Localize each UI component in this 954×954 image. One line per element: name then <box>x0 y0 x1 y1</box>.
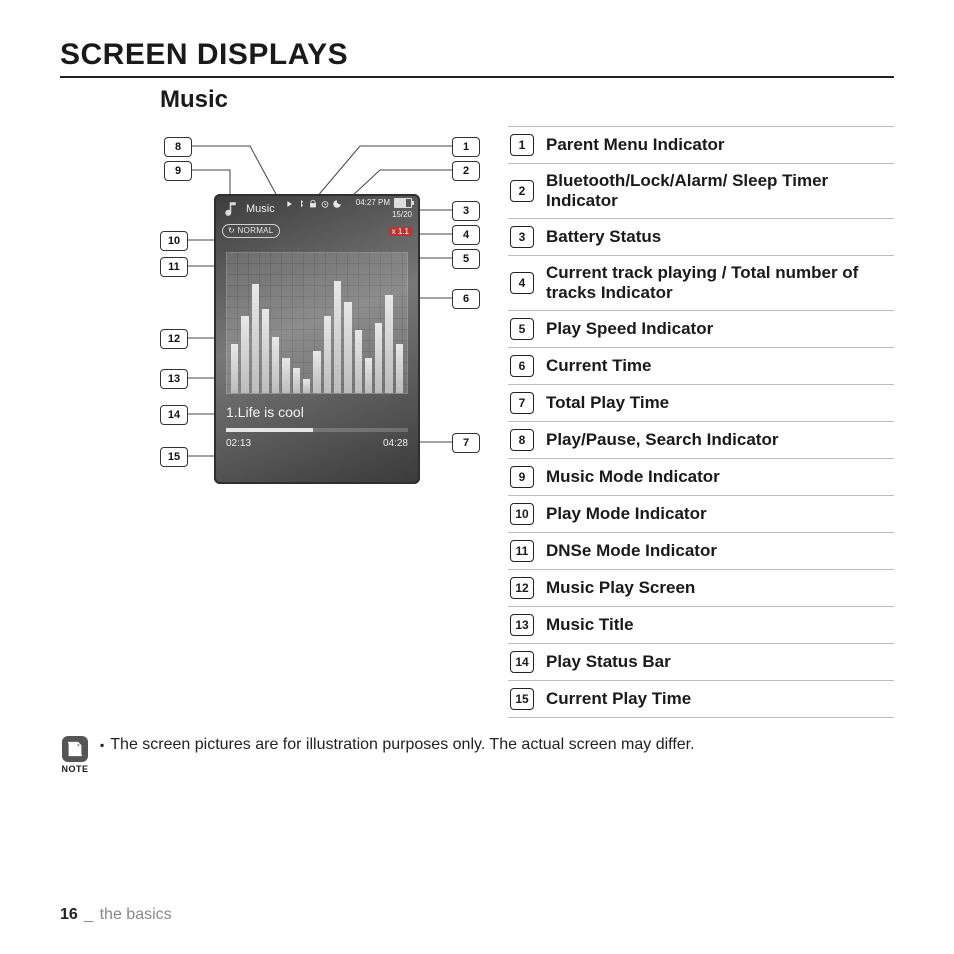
elapsed-time: 02:13 <box>226 438 251 449</box>
callout-12: 12 <box>160 329 188 349</box>
speed-indicator: x 1.1 <box>389 227 412 236</box>
callout-11: 11 <box>160 257 188 277</box>
legend-row: 3 Battery Status <box>508 219 894 256</box>
legend-row: 4 Current track playing / Total number of… <box>508 256 894 311</box>
legend-number: 4 <box>510 272 534 294</box>
battery-icon <box>394 198 412 208</box>
callout-2: 2 <box>452 161 480 181</box>
track-title: 1.Life is cool <box>226 404 408 420</box>
dnse-indicator: ↻ NORMAL <box>222 224 280 238</box>
callout-9: 9 <box>164 161 192 181</box>
alarm-icon <box>320 199 330 209</box>
legend-row: 2 Bluetooth/Lock/Alarm/ Sleep Timer Indic… <box>508 164 894 219</box>
subsection-heading: Music <box>160 86 894 114</box>
callout-14: 14 <box>160 405 188 425</box>
legend-label: Current Play Time <box>546 689 691 709</box>
note-text: ▪The screen pictures are for illustratio… <box>100 736 695 754</box>
callout-4: 4 <box>452 225 480 245</box>
note-row: NOTE ▪The screen pictures are for illust… <box>60 736 894 774</box>
legend-row: 8 Play/Pause, Search Indicator <box>508 422 894 459</box>
callout-13: 13 <box>160 369 188 389</box>
legend-label: Current track playing / Total number of … <box>546 263 892 303</box>
legend-row: 5 Play Speed Indicator <box>508 311 894 348</box>
legend-number: 5 <box>510 318 534 340</box>
legend-table: 1 Parent Menu Indicator 2 Bluetooth/Lock/Al… <box>508 126 894 718</box>
legend-row: 11 DNSe Mode Indicator <box>508 533 894 570</box>
page-number: 16 <box>60 906 78 923</box>
legend-label: Play Status Bar <box>546 652 671 672</box>
legend-row: 1 Parent Menu Indicator <box>508 126 894 164</box>
legend-row: 6 Current Time <box>508 348 894 385</box>
legend-number: 3 <box>510 226 534 248</box>
legend-label: Play Speed Indicator <box>546 319 713 339</box>
track-counter: 15/20 <box>392 210 412 220</box>
music-mode-icon <box>222 200 242 218</box>
legend-row: 7 Total Play Time <box>508 385 894 422</box>
legend-row: 14 Play Status Bar <box>508 644 894 681</box>
legend-row: 13 Music Title <box>508 607 894 644</box>
legend-row: 15 Current Play Time <box>508 681 894 718</box>
legend-row: 9 Music Mode Indicator <box>508 459 894 496</box>
chapter-name: the basics <box>100 906 172 923</box>
progress-bar <box>226 428 408 432</box>
legend-label: DNSe Mode Indicator <box>546 541 717 561</box>
note-icon <box>62 736 88 762</box>
legend-label: Current Time <box>546 356 652 376</box>
visualizer <box>226 252 408 394</box>
play-indicator-icon <box>284 199 294 209</box>
callout-3: 3 <box>452 201 480 221</box>
legend-label: Parent Menu Indicator <box>546 135 725 155</box>
legend-number: 6 <box>510 355 534 377</box>
legend-number: 14 <box>510 651 534 673</box>
legend-label: Music Play Screen <box>546 578 695 598</box>
legend-number: 12 <box>510 577 534 599</box>
legend-label: Total Play Time <box>546 393 669 413</box>
legend-number: 1 <box>510 134 534 156</box>
clock-text: 04:27 PM <box>356 198 390 208</box>
page-footer: 16 _ the basics <box>60 906 172 924</box>
total-time: 04:28 <box>383 438 408 449</box>
legend-number: 7 <box>510 392 534 414</box>
legend-row: 12 Music Play Screen <box>508 570 894 607</box>
device-screen: Music 04:27 PM 15/20 ↻ NORMAL x 1.1 <box>214 194 420 484</box>
callout-1: 1 <box>452 137 480 157</box>
callout-5: 5 <box>452 249 480 269</box>
legend-row: 10 Play Mode Indicator <box>508 496 894 533</box>
note-label: NOTE <box>61 764 88 774</box>
legend-number: 9 <box>510 466 534 488</box>
lock-icon <box>308 199 318 209</box>
legend-number: 15 <box>510 688 534 710</box>
legend-label: Play/Pause, Search Indicator <box>546 430 778 450</box>
legend-number: 8 <box>510 429 534 451</box>
callout-8: 8 <box>164 137 192 157</box>
legend-number: 11 <box>510 540 534 562</box>
status-icon-row <box>284 199 342 209</box>
section-rule <box>60 76 894 78</box>
legend-number: 13 <box>510 614 534 636</box>
legend-label: Music Mode Indicator <box>546 467 720 487</box>
legend-label: Music Title <box>546 615 634 635</box>
callout-6: 6 <box>452 289 480 309</box>
legend-label: Play Mode Indicator <box>546 504 707 524</box>
section-heading: SCREEN DISPLAYS <box>60 38 894 72</box>
bluetooth-icon <box>296 199 306 209</box>
device-diagram: Music 04:27 PM 15/20 ↻ NORMAL x 1.1 <box>160 126 480 546</box>
legend-number: 10 <box>510 503 534 525</box>
callout-7: 7 <box>452 433 480 453</box>
legend-number: 2 <box>510 180 534 202</box>
legend-label: Battery Status <box>546 227 661 247</box>
callout-15: 15 <box>160 447 188 467</box>
sleep-timer-icon <box>332 199 342 209</box>
mode-label: Music <box>246 203 275 215</box>
callout-10: 10 <box>160 231 188 251</box>
legend-label: Bluetooth/Lock/Alarm/ Sleep Timer Indica… <box>546 171 892 211</box>
